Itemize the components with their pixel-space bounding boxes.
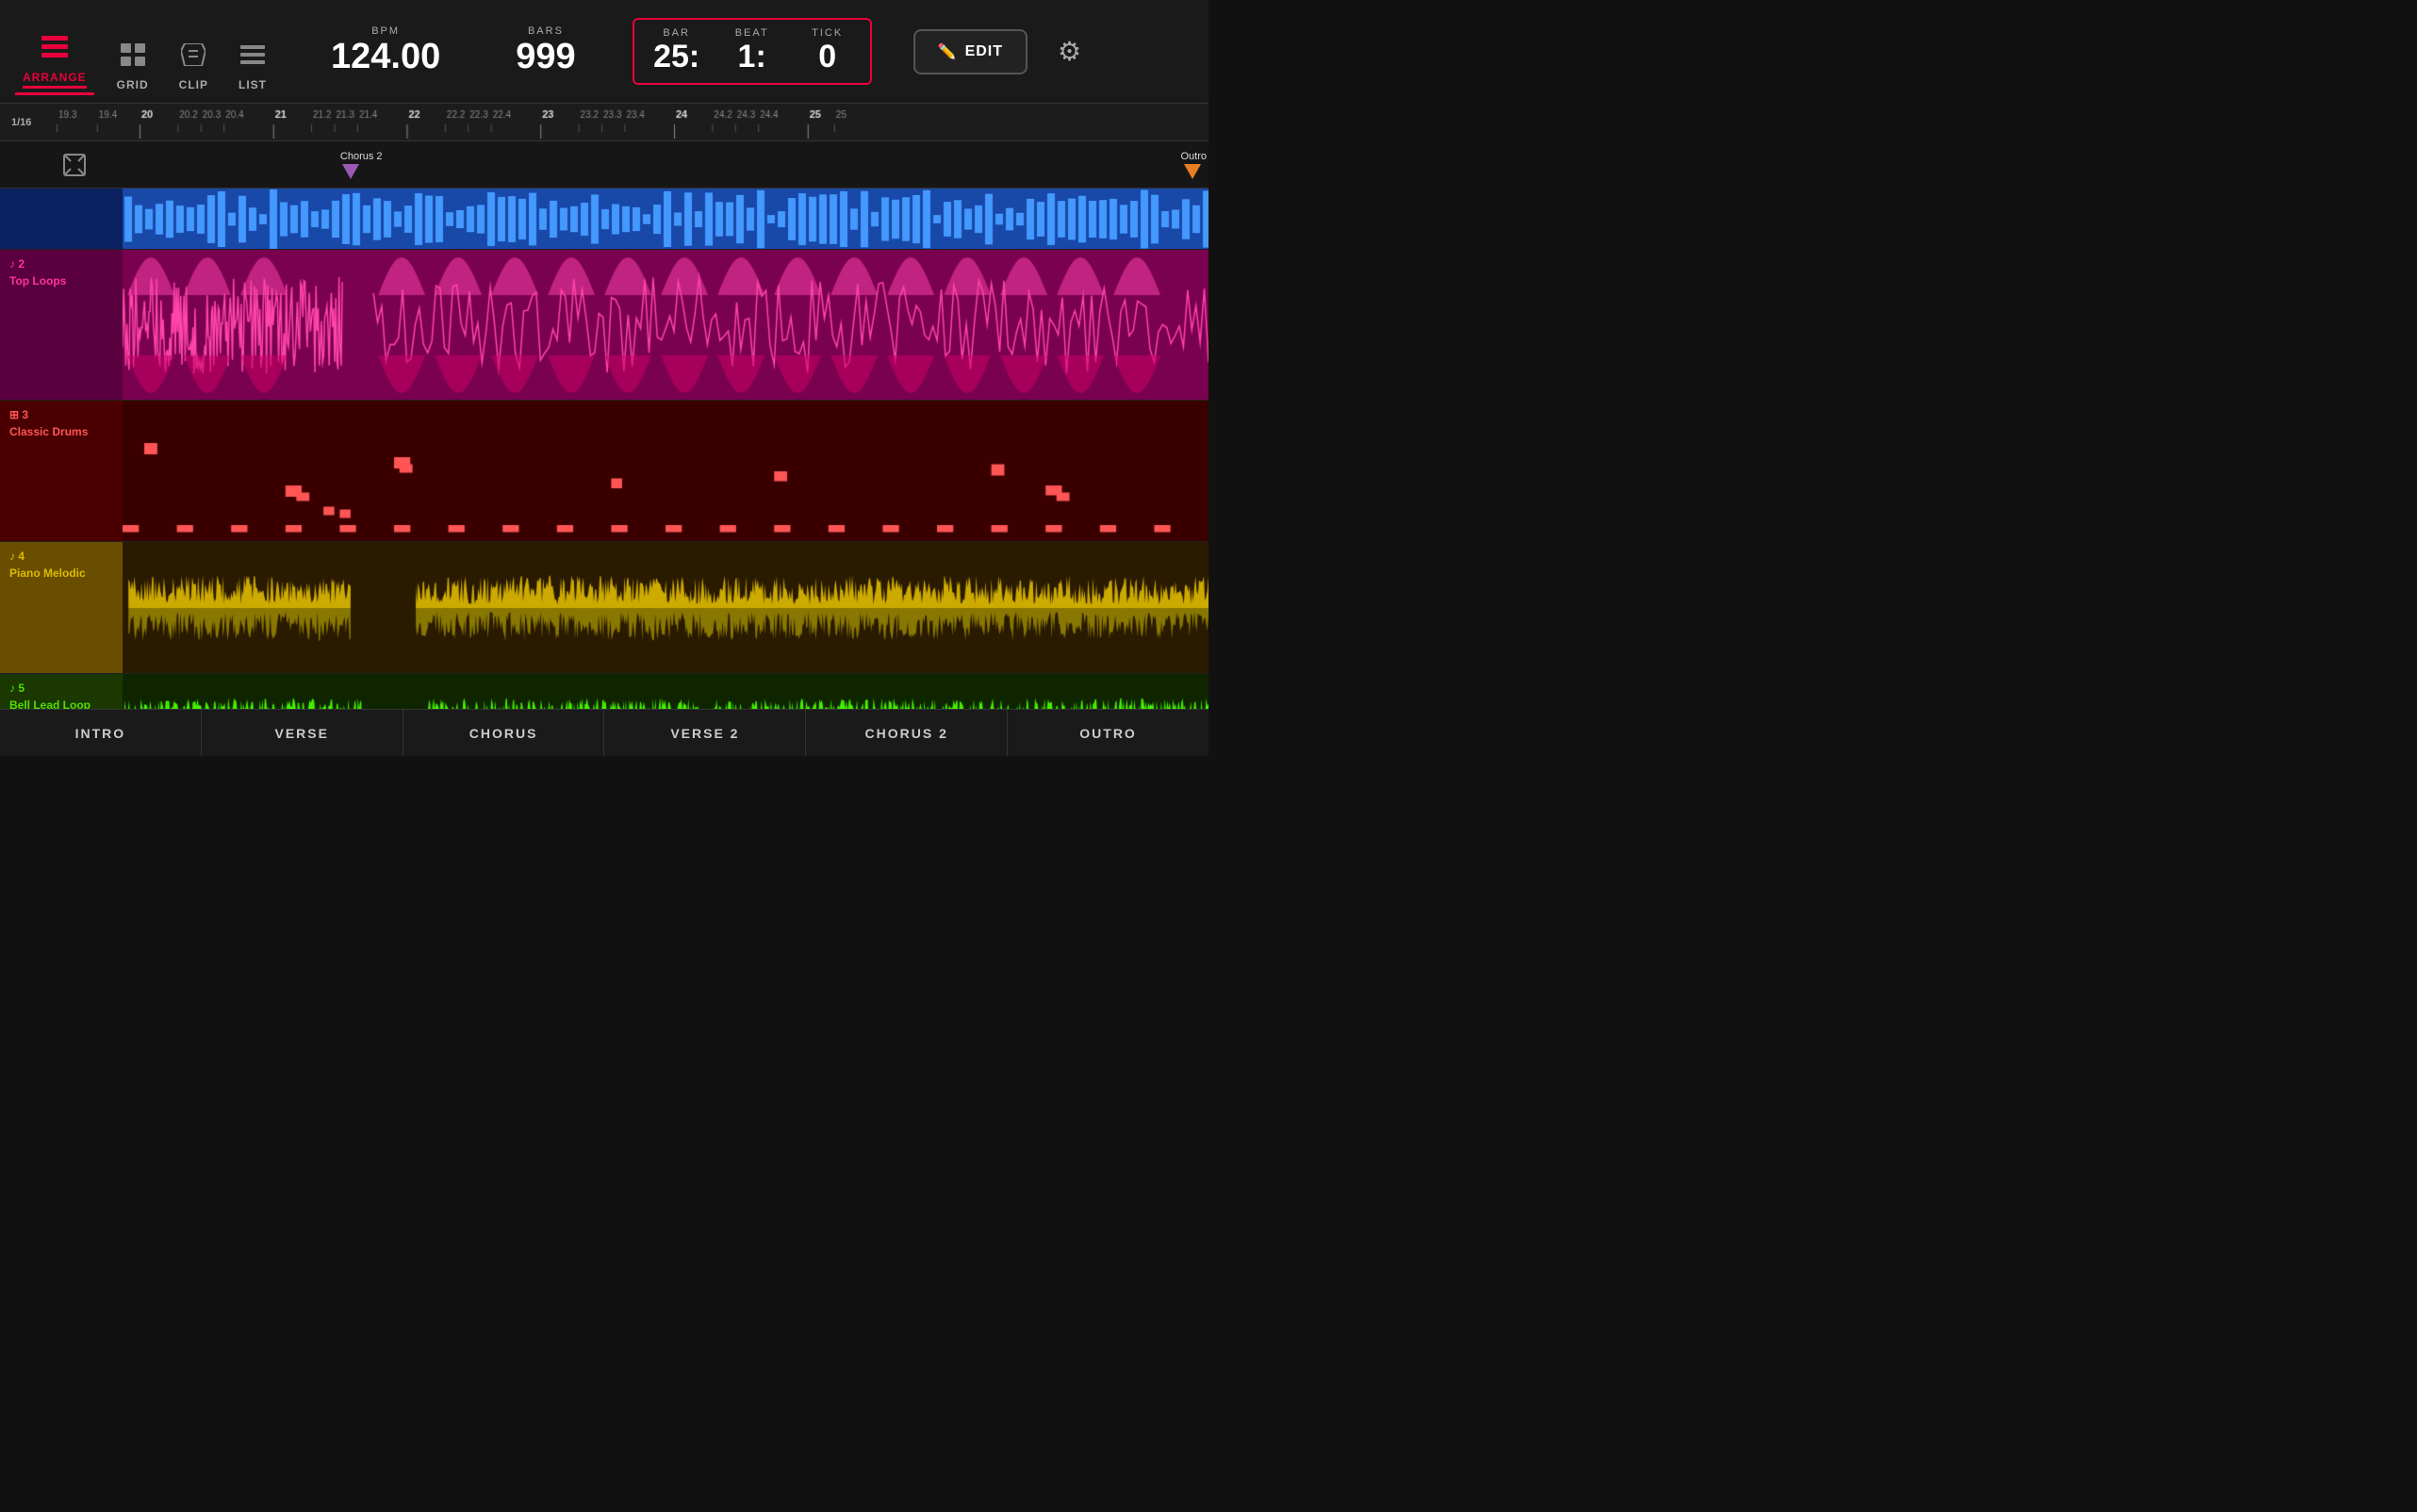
track-1-waveform [123, 189, 1208, 249]
gear-icon: ⚙ [1058, 37, 1081, 66]
track-3-content [123, 401, 1208, 541]
track-3-name: Classic Drums [9, 425, 113, 438]
beat-label: BEAT [735, 27, 769, 39]
section-chorus[interactable]: CHORUS [403, 710, 605, 756]
tab-grid[interactable]: GRID [109, 40, 156, 95]
grid-icon [121, 43, 145, 73]
track-5-num: ♪ 5 [9, 682, 113, 695]
bar-col: BAR 25: [653, 27, 700, 75]
section-verse2-label: VERSE 2 [670, 726, 739, 741]
bpm-label: BPM [371, 25, 400, 37]
marker-area: Chorus 2 Outro [0, 141, 1208, 189]
track-4-num: ♪ 4 [9, 550, 113, 563]
tab-clip[interactable]: CLIP [172, 40, 216, 95]
track-3-num: ⊞ 3 [9, 408, 113, 421]
header: ARRANGE GRID CLIP [0, 0, 1208, 104]
settings-button[interactable]: ⚙ [1058, 36, 1081, 67]
track-2-num: ♪ 2 [9, 257, 113, 271]
crop-icon [58, 141, 90, 188]
edit-label: EDIT [965, 43, 1003, 60]
track-3-waveform [123, 401, 1208, 541]
tab-list[interactable]: LIST [231, 40, 274, 95]
beat-col: BEAT 1: [729, 27, 776, 75]
main-content: 1/16 Chorus 2 [0, 104, 1208, 756]
bars-value[interactable]: 999 [516, 37, 575, 77]
track-3-label: ⊞ 3 Classic Drums [0, 401, 123, 541]
tick-col: TICK 0 [804, 27, 851, 75]
track-5-name: Bell Lead Loop [9, 698, 113, 709]
track-5: ♪ 5 Bell Lead Loop [0, 674, 1208, 709]
marker-chorus2: Chorus 2 [340, 147, 383, 164]
track-4: ♪ 4 Piano Melodic [0, 542, 1208, 674]
tab-grid-label: GRID [117, 78, 149, 91]
track-4-name: Piano Melodic [9, 567, 113, 580]
track-4-content [123, 542, 1208, 673]
bars-section: BARS 999 [516, 25, 575, 77]
section-intro[interactable]: INTRO [0, 710, 202, 756]
section-chorus-label: CHORUS [469, 726, 538, 741]
track-1 [0, 189, 1208, 250]
track-2-name: Top Loops [9, 274, 113, 288]
track-5-label: ♪ 5 Bell Lead Loop [0, 674, 123, 709]
track-5-waveform [123, 674, 1208, 709]
section-intro-label: INTRO [75, 726, 126, 741]
tab-arrange[interactable]: ARRANGE [15, 32, 94, 95]
section-outro[interactable]: OUTRO [1008, 710, 1208, 756]
track-3: ⊞ 3 Classic Drums [0, 401, 1208, 542]
track-2: ♪ 2 Top Loops [0, 250, 1208, 401]
section-verse-label: VERSE [275, 726, 329, 741]
pencil-icon: ✏️ [938, 42, 958, 61]
marker-outro: Outro [1180, 147, 1207, 164]
tracks-container: ♪ 2 Top Loops ⊞ 3 Classic Drums ♪ 4 Pian… [0, 189, 1208, 709]
tab-list-label: LIST [238, 78, 267, 91]
bar-label: BAR [663, 27, 690, 39]
bpm-value[interactable]: 124.00 [331, 37, 440, 77]
grid-label: 1/16 [0, 117, 57, 128]
track-1-content [123, 189, 1208, 249]
playhead-purple [342, 164, 359, 179]
clip-icon [181, 43, 206, 73]
timeline-ruler: 1/16 [0, 104, 1208, 141]
tick-label: TICK [812, 27, 843, 39]
marker-outro-label: Outro [1180, 151, 1207, 162]
ruler-ticks-area [57, 104, 1208, 141]
edit-button[interactable]: ✏️ EDIT [913, 29, 1028, 74]
section-verse[interactable]: VERSE [202, 710, 403, 756]
transport-section[interactable]: BAR 25: BEAT 1: TICK 0 [633, 18, 872, 85]
marker-chorus2-label: Chorus 2 [340, 151, 383, 162]
section-chorus2[interactable]: CHORUS 2 [806, 710, 1008, 756]
track-4-label: ♪ 4 Piano Melodic [0, 542, 123, 673]
tab-arrange-label: ARRANGE [23, 71, 87, 89]
marker-lane: Chorus 2 Outro [58, 141, 1208, 188]
tick-value[interactable]: 0 [818, 39, 836, 75]
track-2-content [123, 250, 1208, 400]
track-2-waveform [123, 250, 1208, 400]
bpm-section: BPM 124.00 [331, 25, 440, 77]
track-2-label: ♪ 2 Top Loops [0, 250, 123, 400]
nav-tabs: ARRANGE GRID CLIP [15, 0, 274, 103]
bar-value[interactable]: 25: [653, 39, 699, 75]
track-4-waveform [123, 542, 1208, 673]
bars-label: BARS [528, 25, 564, 37]
beat-value[interactable]: 1: [738, 39, 766, 75]
section-bar: INTRO VERSE CHORUS VERSE 2 CHORUS 2 OUTR… [0, 709, 1208, 756]
arrange-icon [41, 36, 68, 65]
section-outro-label: OUTRO [1079, 726, 1137, 741]
track-1-label [0, 189, 123, 249]
ruler-canvas [57, 104, 1208, 139]
list-icon [240, 43, 265, 73]
section-chorus2-label: CHORUS 2 [865, 726, 948, 741]
section-verse2[interactable]: VERSE 2 [604, 710, 806, 756]
playhead-orange [1184, 164, 1201, 179]
track-5-content [123, 674, 1208, 709]
tab-clip-label: CLIP [179, 78, 208, 91]
